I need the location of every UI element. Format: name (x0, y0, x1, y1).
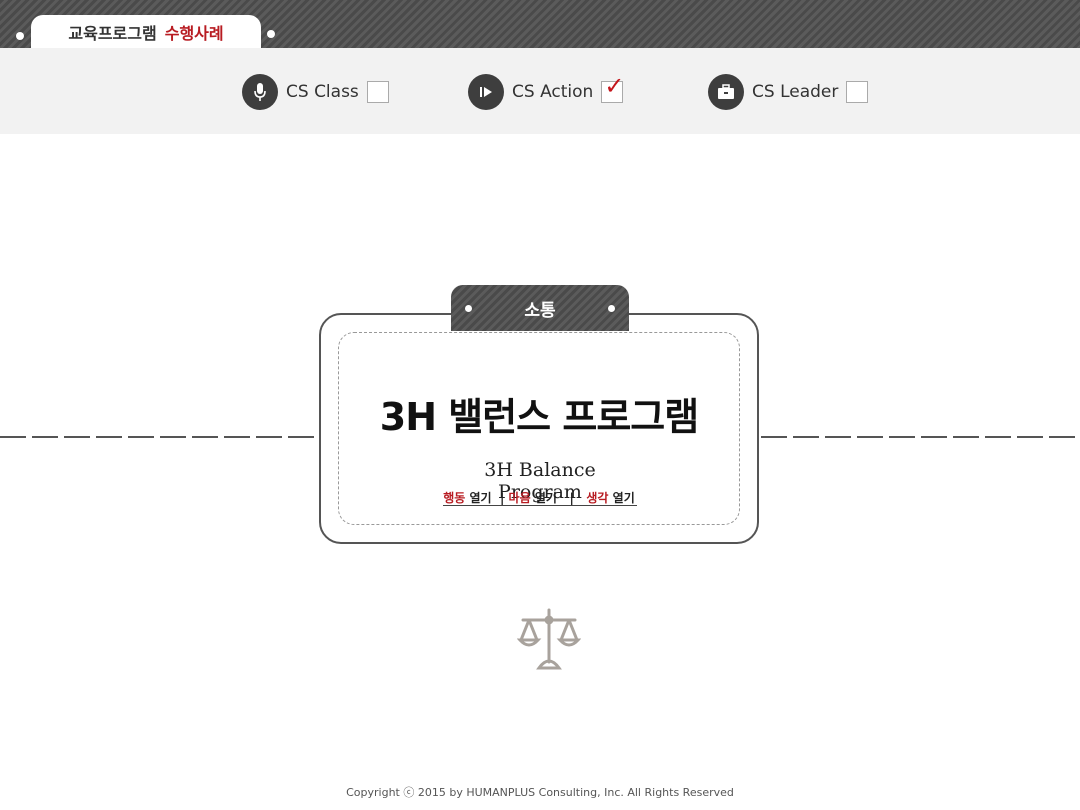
category-label: CS Action (512, 82, 594, 102)
tagline-word: 열기 (612, 491, 635, 505)
section-tab-subtitle: 수행사례 (164, 24, 224, 43)
briefcase-icon (708, 74, 744, 110)
category-cs-action[interactable]: CS Action ✓ (468, 74, 624, 110)
decor-dot (465, 305, 472, 312)
tagline-word: 열기 (534, 491, 557, 505)
program-category-tag: 소통 (451, 285, 629, 331)
tagline-separator: | (569, 491, 574, 505)
tagline-word: 열기 (469, 491, 492, 505)
copyright-text: Copyright ⓒ 2015 by HUMANPLUS Consulting… (346, 786, 734, 799)
tagline-word: 행동 (443, 491, 466, 505)
category-bar: CS Class CS Action ✓ CS Leader (0, 48, 1080, 134)
decor-dot-right (267, 30, 275, 38)
play-icon (468, 74, 504, 110)
category-cs-class[interactable]: CS Class (242, 74, 389, 110)
microphone-icon (242, 74, 278, 110)
checkmark-icon: ✓ (604, 72, 625, 100)
balance-scale-icon (517, 608, 581, 670)
section-tab[interactable]: 교육프로그램 수행사례 (31, 15, 261, 49)
decor-dot (608, 305, 615, 312)
category-checkbox[interactable]: ✓ (601, 74, 624, 103)
category-checkbox[interactable] (846, 81, 869, 103)
program-tagline: 행동 열기 | 마음 열기 | 생각 열기 (319, 489, 759, 506)
divider-line-right (761, 436, 1080, 438)
section-tab-title: 교육프로그램 (68, 24, 157, 43)
category-label: CS Class (286, 82, 359, 102)
category-label: CS Leader (752, 82, 839, 102)
tagline-word: 생각 (586, 491, 609, 505)
category-cs-leader[interactable]: CS Leader (708, 74, 869, 110)
category-checkbox[interactable] (366, 81, 389, 103)
decor-dot-left (16, 32, 24, 40)
tagline-separator: | (499, 491, 505, 505)
program-category-label: 소통 (524, 300, 556, 321)
divider-line-left (0, 436, 319, 438)
tagline-word: 마음 (508, 491, 531, 505)
program-title: 3H 밸런스 프로그램 (379, 395, 699, 439)
